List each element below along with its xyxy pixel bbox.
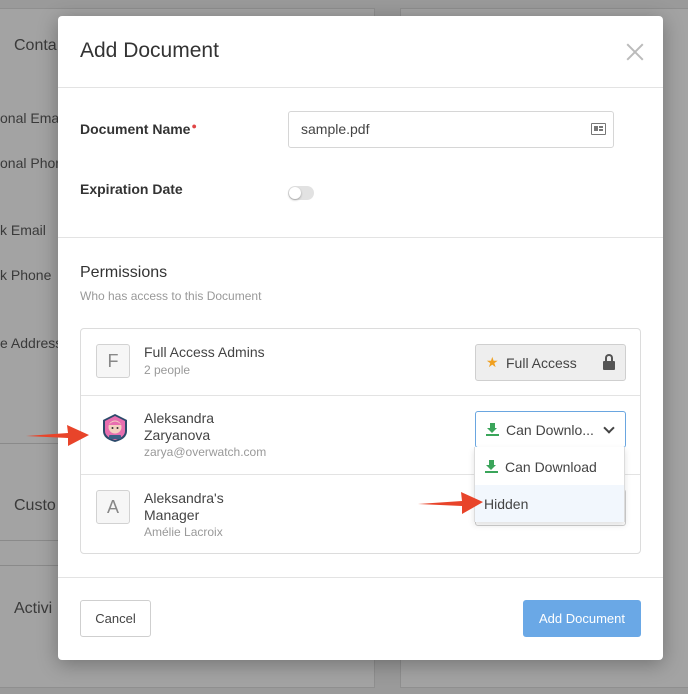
document-name-input[interactable]: sample.pdf	[288, 111, 614, 148]
dropdown-option-hidden[interactable]: Hidden	[475, 485, 624, 522]
permission-subtext: 2 people	[144, 363, 191, 377]
cancel-button[interactable]: Cancel	[80, 600, 151, 637]
permissions-title: Permissions	[80, 264, 168, 281]
permission-name: Full Access Admins	[144, 344, 265, 360]
expiration-date-label: Expiration Date	[80, 181, 183, 197]
annotation-arrow-icon	[418, 492, 483, 514]
permission-name: Aleksandra Zaryanova	[144, 410, 214, 444]
permission-subtext: Amélie Lacroix	[144, 525, 223, 539]
background-label: k Phone	[0, 267, 52, 283]
access-level-select[interactable]: Can Downlo...	[475, 411, 626, 448]
full-access-label: Full Access	[506, 355, 577, 371]
background-label: e Address	[0, 335, 63, 351]
dropdown-option-label: Hidden	[484, 496, 529, 512]
dropdown-option-label: Can Download	[505, 459, 597, 475]
annotation-arrow-icon	[26, 425, 89, 446]
permission-subtext: zarya@overwatch.com	[144, 445, 267, 459]
permission-name-line: Zaryanova	[144, 427, 211, 443]
background-label: onal Phon	[0, 155, 64, 171]
document-name-label: Document Name●	[80, 121, 197, 137]
modal-title: Add Document	[80, 39, 219, 62]
expiration-date-toggle[interactable]	[288, 186, 314, 200]
footer-divider	[58, 577, 663, 578]
background-label: onal Ema	[0, 110, 60, 126]
permission-name: Aleksandra's Manager	[144, 490, 224, 524]
full-access-badge: ★ Full Access	[475, 344, 626, 381]
toggle-knob	[289, 187, 301, 199]
background-label: k Email	[0, 222, 46, 238]
add-document-button[interactable]: Add Document	[523, 600, 641, 637]
permission-row: F Full Access Admins 2 people ★ Full Acc…	[81, 329, 640, 396]
avatar	[103, 414, 127, 442]
dropdown-option-can-download[interactable]: Can Download	[475, 448, 624, 485]
background-label: Activi	[14, 600, 53, 617]
section-divider	[58, 237, 663, 238]
id-card-icon	[591, 123, 606, 135]
required-indicator: ●	[191, 121, 197, 131]
permissions-subtitle: Who has access to this Document	[80, 289, 262, 303]
permission-name-line: Aleksandra	[144, 410, 215, 426]
access-level-value: Can Downlo...	[506, 422, 594, 438]
background-label: Custo	[14, 497, 56, 514]
avatar: F	[96, 344, 130, 378]
modal-header: Add Document	[58, 16, 663, 88]
avatar: A	[96, 490, 130, 524]
permission-name-line: Aleksandra's	[144, 490, 224, 506]
lock-icon	[603, 354, 615, 370]
download-icon	[485, 460, 498, 473]
chevron-down-icon	[603, 422, 615, 434]
close-icon[interactable]	[625, 42, 645, 62]
background-label: Conta	[14, 37, 57, 54]
document-name-label-text: Document Name	[80, 121, 191, 137]
access-level-dropdown: Can Download Hidden	[474, 447, 625, 522]
download-icon	[486, 423, 499, 436]
add-document-modal: Add Document Document Name● sample.pdf E…	[58, 16, 663, 660]
star-icon: ★	[486, 354, 499, 370]
permission-name-line: Manager	[144, 507, 200, 523]
